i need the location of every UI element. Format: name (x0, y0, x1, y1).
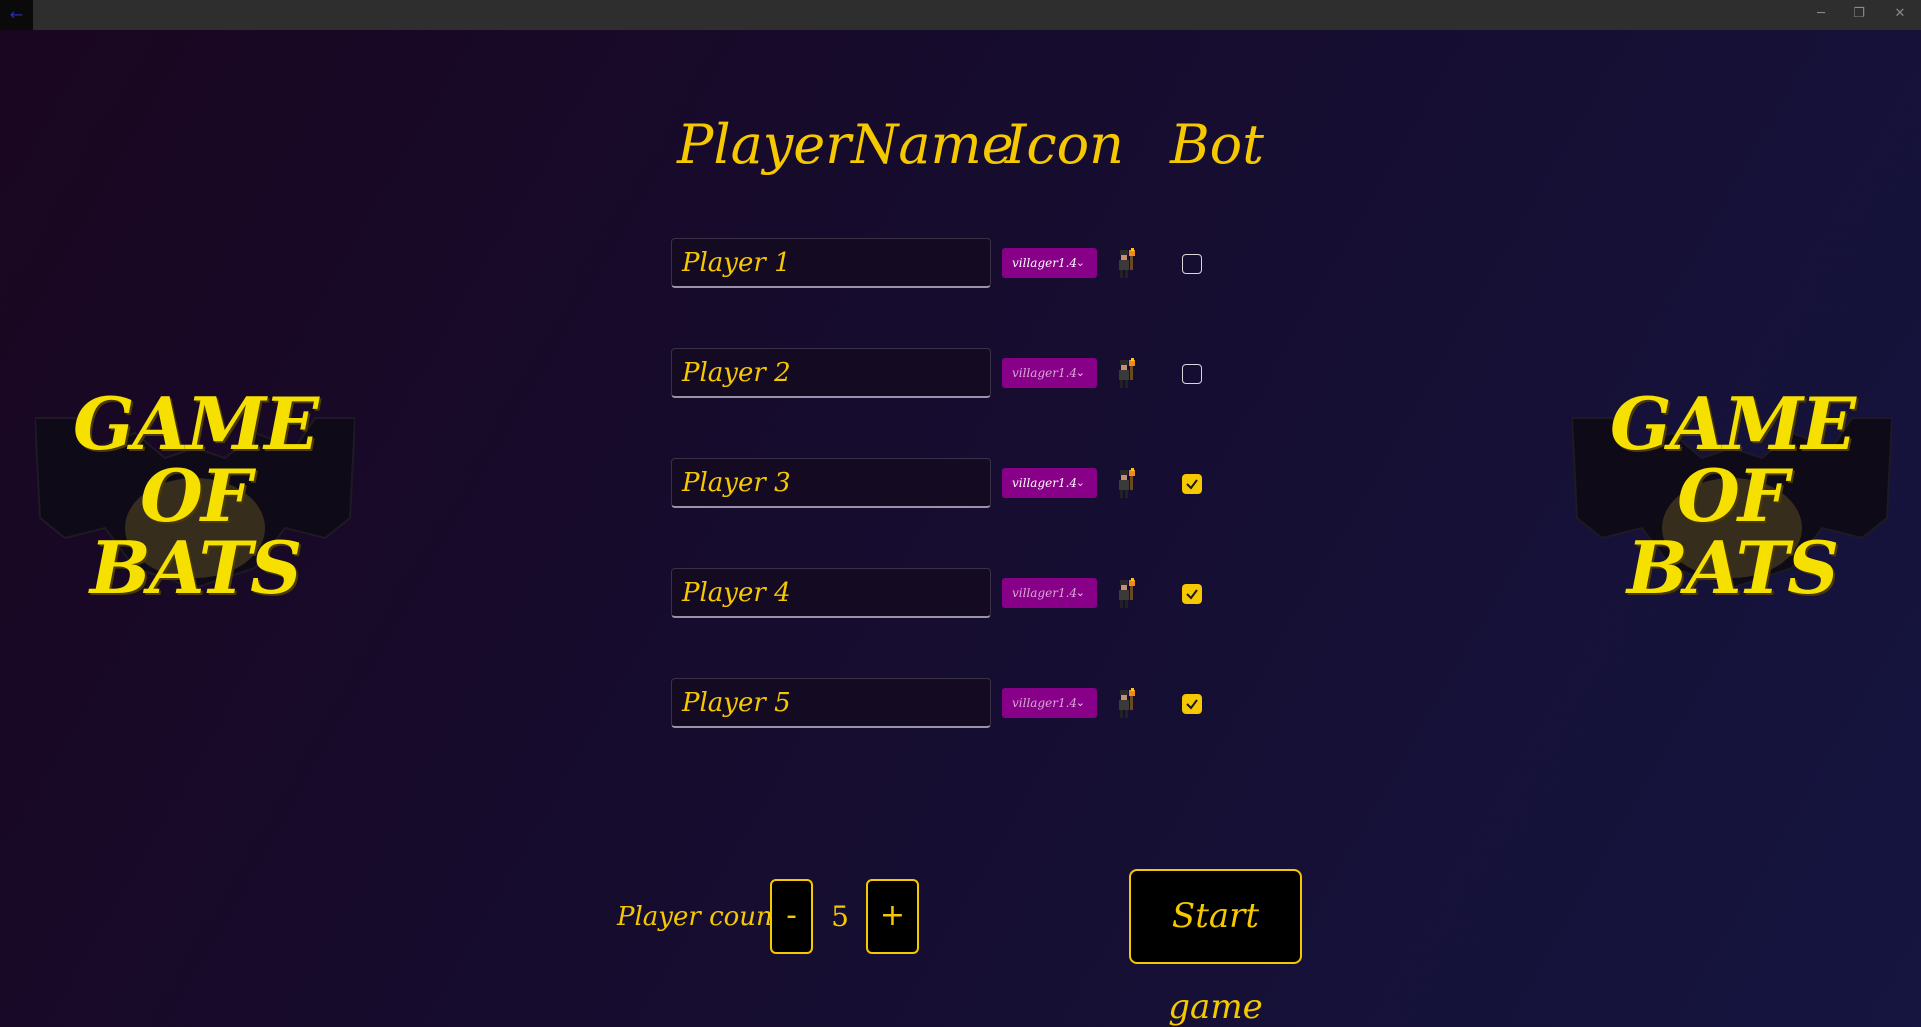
player-row-3: Player 3 villager1.4 ⌄ (671, 458, 1231, 510)
player-name-input[interactable]: Player 2 (671, 348, 991, 398)
villager-figure (1119, 468, 1135, 498)
icon-select[interactable]: villager1.4 ⌄ (1002, 578, 1097, 608)
player-row-1: Player 1 villager1.4 ⌄ (671, 238, 1231, 290)
player-name-input[interactable]: Player 3 (671, 458, 991, 508)
checkmark-icon (1186, 479, 1198, 490)
chevron-down-icon: ⌄ (1075, 696, 1085, 709)
checkmark-icon (1186, 699, 1198, 710)
chevron-down-icon: ⌄ (1075, 256, 1085, 269)
window-titlebar: ← ─ ❐ ✕ (0, 0, 1921, 30)
icon-select-value: villager1.4 (1012, 256, 1078, 270)
player-name-input[interactable]: Player 5 (671, 678, 991, 728)
icon-select-value: villager1.4 (1012, 696, 1078, 710)
icon-select[interactable]: villager1.4 ⌄ (1002, 358, 1097, 388)
header-player-name: PlayerName (677, 113, 1014, 176)
villager-figure (1119, 578, 1135, 608)
icon-select[interactable]: villager1.4 ⌄ (1002, 688, 1097, 718)
villager-figure (1119, 358, 1135, 388)
increase-count-button[interactable]: + (866, 879, 919, 954)
chevron-down-icon: ⌄ (1075, 366, 1085, 379)
bot-checkbox[interactable] (1182, 364, 1202, 384)
villager-figure (1119, 248, 1135, 278)
player-row-5: Player 5 villager1.4 ⌄ (671, 678, 1231, 730)
icon-select-value: villager1.4 (1012, 366, 1078, 380)
decrease-count-button[interactable]: - (770, 879, 813, 954)
bot-checkbox[interactable] (1182, 584, 1202, 604)
icon-select[interactable]: villager1.4 ⌄ (1002, 248, 1097, 278)
back-button[interactable]: ← (0, 0, 33, 30)
chevron-down-icon: ⌄ (1075, 586, 1085, 599)
player-count-value: 5 (831, 900, 849, 933)
logo-title: GAME OF BATS (1572, 388, 1892, 604)
maximize-button[interactable]: ❐ (1840, 0, 1878, 30)
logo-line: BATS (89, 525, 302, 610)
player-name-input[interactable]: Player 4 (671, 568, 991, 618)
logo-line: GAME (73, 381, 319, 466)
logo-line: OF (1677, 453, 1789, 538)
player-count-label: Player count: (617, 902, 792, 932)
logo-line: OF (140, 453, 252, 538)
villager-figure (1119, 688, 1135, 718)
villager-sprite-icon (1112, 248, 1142, 280)
bot-checkbox[interactable] (1182, 694, 1202, 714)
villager-sprite-icon (1112, 358, 1142, 390)
logo-line: BATS (1626, 525, 1839, 610)
checkmark-icon (1186, 589, 1198, 600)
player-name-input[interactable]: Player 1 (671, 238, 991, 288)
start-game-button[interactable]: Start game (1129, 869, 1302, 1027)
game-logo-right: GAME OF BATS (1572, 378, 1892, 618)
icon-select-value: villager1.4 (1012, 586, 1078, 600)
icon-select-value: villager1.4 (1012, 476, 1078, 490)
logo-line: GAME (1610, 381, 1856, 466)
villager-sprite-icon (1112, 578, 1142, 610)
villager-sprite-icon (1112, 468, 1142, 500)
header-bot: Bot (1170, 113, 1264, 176)
chevron-down-icon: ⌄ (1075, 476, 1085, 489)
bot-checkbox[interactable] (1182, 474, 1202, 494)
game-logo-left: GAME OF BATS (35, 378, 355, 618)
header-icon: Icon (1005, 113, 1124, 176)
icon-select[interactable]: villager1.4 ⌄ (1002, 468, 1097, 498)
logo-title: GAME OF BATS (35, 388, 355, 604)
bot-checkbox[interactable] (1182, 254, 1202, 274)
minimize-button[interactable]: ─ (1802, 0, 1840, 30)
player-row-2: Player 2 villager1.4 ⌄ (671, 348, 1231, 400)
player-row-4: Player 4 villager1.4 ⌄ (671, 568, 1231, 620)
villager-sprite-icon (1112, 688, 1142, 720)
close-button[interactable]: ✕ (1881, 0, 1919, 30)
